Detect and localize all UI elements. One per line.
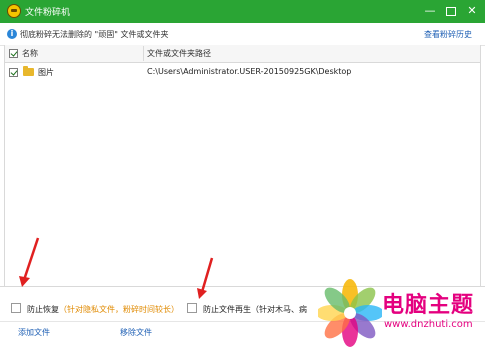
- prevent-regen-label: 防止文件再生（针对木马、病: [203, 305, 307, 314]
- column-divider[interactable]: [143, 46, 144, 61]
- prevent-recovery-checkbox[interactable]: [11, 303, 21, 313]
- flower-logo-icon: [318, 279, 382, 347]
- table-row[interactable]: 图片 C:\Users\Administrator.USER-20150925G…: [5, 63, 480, 81]
- maximize-button[interactable]: [441, 0, 461, 22]
- info-icon: i: [7, 29, 17, 39]
- remove-file-button[interactable]: 移除文件: [120, 327, 152, 338]
- column-header-path[interactable]: 文件或文件夹路径: [147, 48, 211, 59]
- annotation-arrow-icon: [19, 237, 40, 287]
- info-bar: i 彻底粉碎无法删除的 "顽固" 文件或文件夹 查看粉碎历史: [0, 23, 485, 46]
- title-bar: 文件粉碎机 — ✕: [0, 0, 485, 23]
- table-header: 名称 文件或文件夹路径: [5, 45, 480, 63]
- row-path: C:\Users\Administrator.USER-20150925GK\D…: [147, 67, 352, 76]
- select-all-checkbox[interactable]: [9, 49, 18, 58]
- prevent-recovery-label: 防止恢复: [27, 305, 59, 314]
- row-name: 图片: [38, 68, 54, 77]
- info-message: 彻底粉碎无法删除的 "顽固" 文件或文件夹: [20, 30, 169, 39]
- watermark-url: www.dnzhuti.com: [384, 319, 473, 330]
- column-header-name[interactable]: 名称: [22, 48, 38, 59]
- annotation-arrow-icon: [197, 257, 214, 299]
- prevent-regen-checkbox[interactable]: [187, 303, 197, 313]
- app-logo-icon: [7, 4, 21, 18]
- view-history-link[interactable]: 查看粉碎历史: [424, 29, 472, 40]
- watermark-title: 电脑主题: [382, 293, 475, 318]
- prevent-recovery-hint: （针对隐私文件，粉碎时间较长）: [59, 305, 179, 314]
- watermark: 电脑主题 www.dnzhuti.com: [318, 277, 485, 349]
- window-title: 文件粉碎机: [25, 8, 71, 18]
- file-table: 名称 文件或文件夹路径 图片 C:\Users\Administrator.US…: [4, 45, 481, 286]
- row-checkbox[interactable]: [9, 68, 18, 77]
- add-file-button[interactable]: 添加文件: [18, 327, 50, 338]
- close-button[interactable]: ✕: [462, 0, 482, 22]
- prevent-recovery-text: 防止恢复（针对隐私文件，粉碎时间较长）: [27, 304, 179, 315]
- maximize-icon: [446, 7, 456, 16]
- minimize-button[interactable]: —: [420, 0, 440, 22]
- folder-icon: [23, 66, 34, 76]
